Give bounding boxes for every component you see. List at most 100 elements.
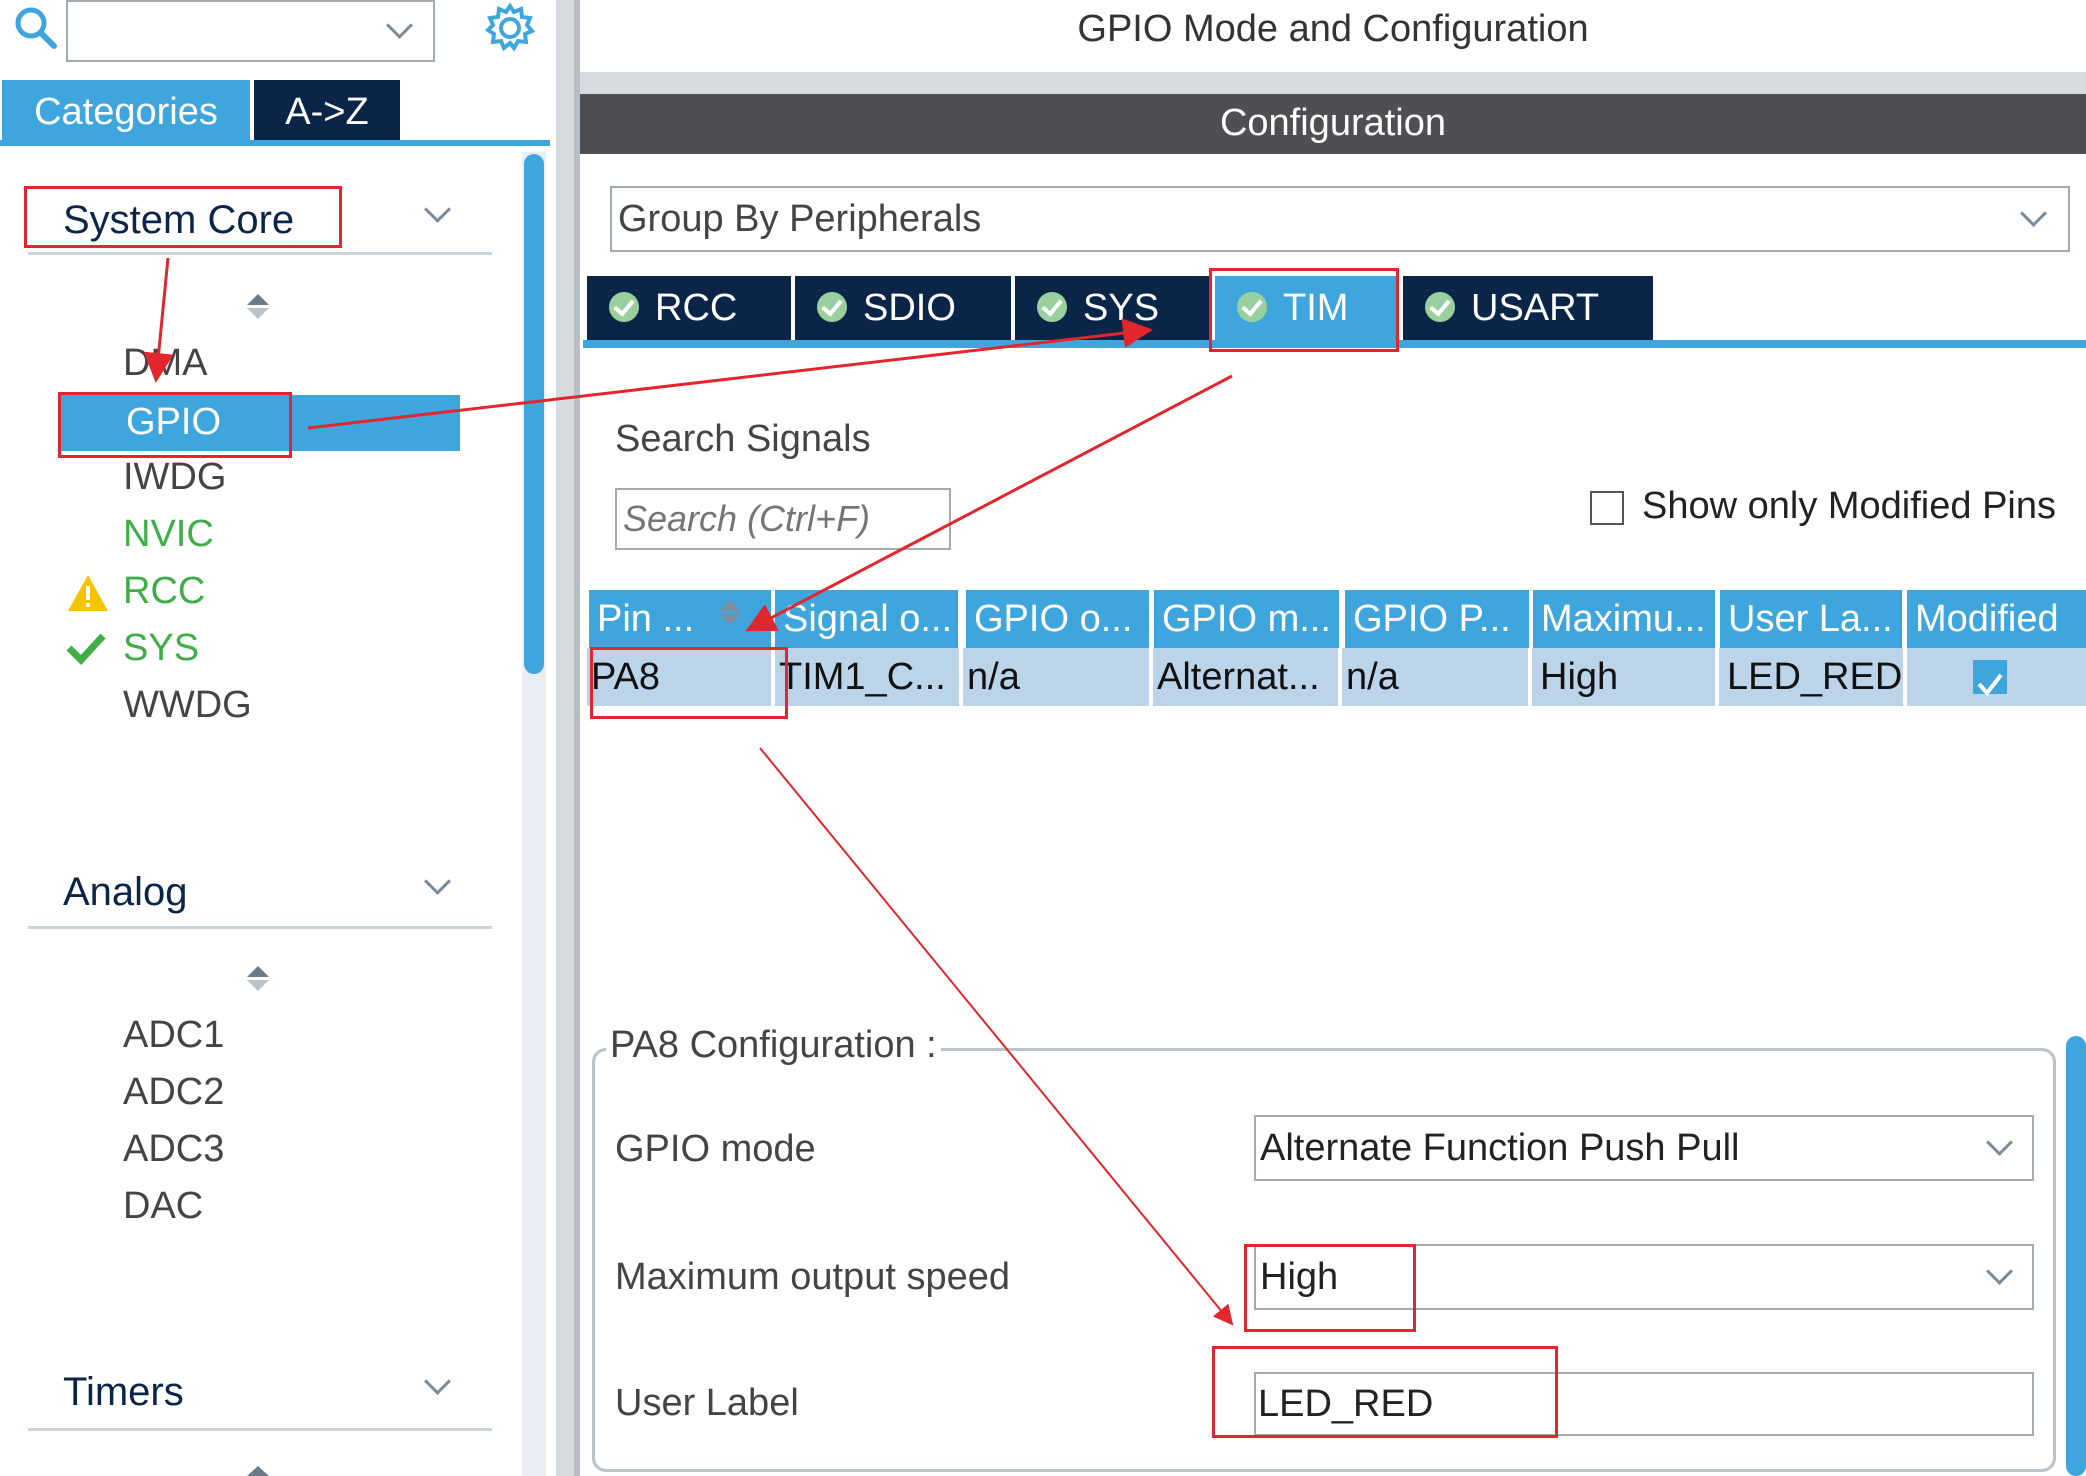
search-combo[interactable] bbox=[66, 0, 435, 62]
list-item-dac[interactable]: DAC bbox=[123, 1185, 203, 1228]
divider bbox=[28, 926, 492, 929]
check-circle-icon bbox=[1037, 291, 1067, 322]
chevron-down-icon[interactable] bbox=[2020, 200, 2047, 227]
search-icon[interactable] bbox=[12, 4, 58, 50]
chevron-down-icon[interactable] bbox=[1986, 1129, 2013, 1156]
divider bbox=[28, 1428, 492, 1431]
column-header-label: Modified bbox=[1915, 598, 2059, 640]
tab-sdio[interactable]: SDIO bbox=[795, 276, 1011, 340]
pin-config-scrollbar[interactable] bbox=[2066, 1036, 2086, 1476]
table-cell-modified bbox=[1907, 648, 2086, 706]
column-header-label: GPIO P... bbox=[1353, 598, 1511, 640]
gpio-mode-select[interactable]: Alternate Function Push Pull bbox=[1254, 1115, 2034, 1181]
tab-underline bbox=[0, 140, 550, 146]
gpio-mode-label: GPIO mode bbox=[615, 1128, 816, 1170]
gpio-mode-value: Alternate Function Push Pull bbox=[1260, 1127, 1740, 1169]
column-header-max-speed[interactable]: Maximu... bbox=[1533, 590, 1715, 648]
chevron-down-icon[interactable] bbox=[424, 1368, 451, 1395]
tab-sdio-label: SDIO bbox=[863, 287, 956, 329]
column-header-modified[interactable]: Modified bbox=[1907, 590, 2086, 648]
configuration-title: Configuration bbox=[1219, 102, 1447, 144]
annotation-box-user-label bbox=[1212, 1346, 1558, 1438]
tab-az[interactable]: A->Z bbox=[254, 80, 400, 144]
tab-sys[interactable]: SYS bbox=[1015, 276, 1211, 340]
chevron-down-icon[interactable] bbox=[424, 868, 451, 895]
column-header-label: GPIO m... bbox=[1162, 598, 1331, 640]
configuration-header: Configuration bbox=[580, 94, 2086, 154]
user-label-label: User Label bbox=[615, 1382, 799, 1424]
warning-icon bbox=[68, 575, 108, 611]
annotation-box-system-core bbox=[24, 186, 342, 248]
page-title: GPIO Mode and Configuration bbox=[1077, 8, 1589, 50]
tab-categories[interactable]: Categories bbox=[2, 80, 250, 144]
title-separator bbox=[580, 72, 2086, 94]
show-modified-label: Show only Modified Pins bbox=[1642, 485, 2056, 527]
check-circle-icon bbox=[609, 291, 639, 322]
column-header-gpio-mode[interactable]: GPIO m... bbox=[1154, 590, 1339, 648]
list-item-dma[interactable]: DMA bbox=[123, 342, 207, 385]
annotation-box-tim-tab bbox=[1209, 268, 1399, 352]
table-cell-gpio-mode: Alternat... bbox=[1153, 648, 1338, 706]
category-scrollbar-thumb[interactable] bbox=[524, 154, 544, 674]
sort-icon[interactable] bbox=[247, 294, 269, 319]
pin-config-legend: PA8 Configuration : bbox=[606, 1024, 941, 1067]
annotation-box-gpio bbox=[58, 392, 292, 458]
column-header-pin-label: Pin ... bbox=[597, 598, 695, 640]
tab-usart[interactable]: USART bbox=[1403, 276, 1653, 340]
tab-categories-label: Categories bbox=[34, 91, 218, 133]
speed-label: Maximum output speed bbox=[615, 1256, 1010, 1298]
column-header-pin[interactable]: Pin ... bbox=[589, 590, 771, 648]
tab-rcc-label: RCC bbox=[655, 287, 738, 329]
column-header-label: Signal o... bbox=[783, 598, 952, 640]
table-row[interactable]: PA8 TIM1_C... n/a Alternat... n/a High L… bbox=[587, 648, 2086, 708]
table-cell-gpio-pull: n/a bbox=[1342, 648, 1528, 706]
column-header-gpio-pull[interactable]: GPIO P... bbox=[1345, 590, 1529, 648]
column-header-gpio-output[interactable]: GPIO o... bbox=[966, 590, 1149, 648]
check-circle-icon bbox=[1425, 291, 1455, 322]
gear-icon[interactable] bbox=[484, 2, 536, 54]
list-item-wwdg[interactable]: WWDG bbox=[123, 684, 252, 727]
column-header-label: GPIO o... bbox=[974, 598, 1133, 640]
annotation-box-speed bbox=[1244, 1244, 1416, 1332]
column-header-signal[interactable]: Signal o... bbox=[775, 590, 958, 648]
group-by-value: Group By Peripherals bbox=[618, 198, 982, 240]
category-analog[interactable]: Analog bbox=[63, 870, 188, 915]
list-item-nvic[interactable]: NVIC bbox=[123, 513, 214, 556]
search-signals-label: Search Signals bbox=[615, 418, 871, 460]
chevron-down-icon[interactable] bbox=[386, 12, 413, 39]
tab-sys-label: SYS bbox=[1083, 287, 1160, 329]
tab-usart-label: USART bbox=[1471, 287, 1600, 329]
table-cell-user-label: LED_RED bbox=[1719, 648, 1903, 706]
list-item-iwdg[interactable]: IWDG bbox=[123, 456, 226, 499]
check-icon bbox=[1977, 673, 2003, 697]
check-icon bbox=[66, 633, 106, 666]
table-cell-signal: TIM1_C... bbox=[775, 648, 959, 706]
list-item-adc2[interactable]: ADC2 bbox=[123, 1071, 224, 1114]
column-header-user-label[interactable]: User La... bbox=[1720, 590, 1902, 648]
column-header-label: Maximu... bbox=[1541, 598, 1706, 640]
column-header-label: User La... bbox=[1728, 598, 1893, 640]
category-timers[interactable]: Timers bbox=[63, 1370, 184, 1415]
list-item-adc3[interactable]: ADC3 bbox=[123, 1128, 224, 1171]
sort-icon[interactable] bbox=[247, 966, 269, 991]
check-circle-icon bbox=[817, 291, 847, 322]
sort-icon[interactable] bbox=[719, 600, 741, 625]
table-cell-gpio-output: n/a bbox=[963, 648, 1149, 706]
group-by-select[interactable]: Group By Peripherals bbox=[610, 186, 2070, 252]
search-signals-input[interactable] bbox=[615, 488, 951, 550]
show-modified-checkbox[interactable] bbox=[1590, 491, 1624, 525]
annotation-box-pa8 bbox=[590, 647, 788, 719]
chevron-down-icon[interactable] bbox=[1986, 1258, 2013, 1285]
modified-checkbox-checked[interactable] bbox=[1973, 660, 2007, 697]
tab-rcc[interactable]: RCC bbox=[587, 276, 791, 340]
title-bar: GPIO Mode and Configuration bbox=[580, 0, 2086, 72]
list-item-adc1[interactable]: ADC1 bbox=[123, 1014, 224, 1057]
tab-az-label: A->Z bbox=[285, 91, 369, 133]
sort-icon[interactable] bbox=[247, 1466, 269, 1476]
list-item-rcc[interactable]: RCC bbox=[123, 570, 205, 613]
list-item-sys[interactable]: SYS bbox=[123, 627, 199, 670]
divider bbox=[28, 252, 492, 255]
chevron-down-icon[interactable] bbox=[424, 196, 451, 223]
panel-splitter-edge bbox=[574, 0, 580, 1476]
table-cell-max-speed: High bbox=[1532, 648, 1715, 706]
